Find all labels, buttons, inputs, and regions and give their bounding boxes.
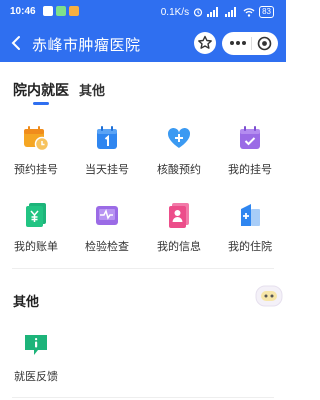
calendar-one-icon — [97, 126, 117, 149]
app-notification-icon — [69, 6, 79, 16]
notification-icons — [43, 6, 79, 16]
tab-other[interactable]: 其他 — [79, 80, 105, 99]
service-label: 检验检查 — [85, 240, 129, 253]
star-button[interactable] — [194, 32, 216, 54]
service-label: 预约挂号 — [14, 163, 58, 176]
calendar-clock-icon — [24, 126, 50, 152]
service-label: 我的住院 — [228, 240, 272, 253]
page-title: 赤峰市肿瘤医院 — [32, 36, 141, 54]
service-label: 核酸预约 — [157, 163, 201, 176]
service-my-info[interactable]: 我的信息 — [143, 201, 215, 261]
yuan-bill-icon — [26, 203, 46, 227]
network-speed: 0.1K/s — [160, 6, 190, 18]
heart-plus-icon — [167, 127, 191, 148]
calendar-check-icon — [240, 126, 260, 149]
service-label: 我的挂号 — [228, 163, 272, 176]
back-arrow-icon[interactable] — [6, 32, 28, 54]
pulse-report-icon — [96, 206, 118, 225]
service-nucleic-test[interactable]: 核酸预约 — [143, 124, 215, 184]
section-title-other: 其他 — [13, 295, 40, 310]
nav-bar: 赤峰市肿瘤医院 — [0, 26, 286, 62]
active-tab-indicator — [33, 102, 49, 105]
service-label: 我的账单 — [14, 240, 58, 253]
service-same-day[interactable]: 当天挂号 — [71, 124, 143, 184]
more-icon[interactable] — [228, 37, 248, 49]
service-lab-exam[interactable]: 检验检查 — [71, 201, 143, 261]
service-my-bills[interactable]: 我的账单 — [0, 201, 72, 261]
section-divider — [12, 397, 274, 398]
hospital-building-icon — [241, 204, 260, 226]
wifi-icon — [243, 8, 255, 17]
service-label: 我的信息 — [157, 240, 201, 253]
status-bar: 10:46 0.1K/s 83 — [0, 0, 286, 26]
service-feedback[interactable]: 就医反馈 — [0, 331, 72, 391]
chat-info-icon — [25, 335, 47, 355]
status-time: 10:46 — [10, 6, 36, 17]
status-right: 0.1K/s 83 — [161, 6, 274, 18]
tab-in-hospital[interactable]: 院内就医 — [13, 80, 69, 100]
alarm-icon — [193, 8, 203, 17]
service-label: 当天挂号 — [85, 163, 129, 176]
service-my-hospitalization[interactable]: 我的住院 — [214, 201, 286, 261]
signal-icon — [207, 7, 219, 17]
user-card-icon — [169, 203, 189, 228]
service-appointment[interactable]: 预约挂号 — [0, 124, 72, 184]
floating-helper-icon[interactable] — [254, 282, 284, 310]
miniprogram-capsule — [222, 32, 278, 55]
close-miniprogram-icon[interactable] — [257, 36, 272, 51]
section-divider — [12, 268, 274, 269]
battery-level: 83 — [259, 6, 274, 18]
service-label: 就医反馈 — [14, 370, 58, 383]
signal-2-icon — [225, 7, 237, 17]
star-icon — [198, 35, 212, 49]
wechat-notification-icon — [56, 6, 66, 16]
service-my-registration[interactable]: 我的挂号 — [214, 124, 286, 184]
notification-app-icon — [43, 6, 53, 16]
capsule-divider — [251, 37, 252, 50]
